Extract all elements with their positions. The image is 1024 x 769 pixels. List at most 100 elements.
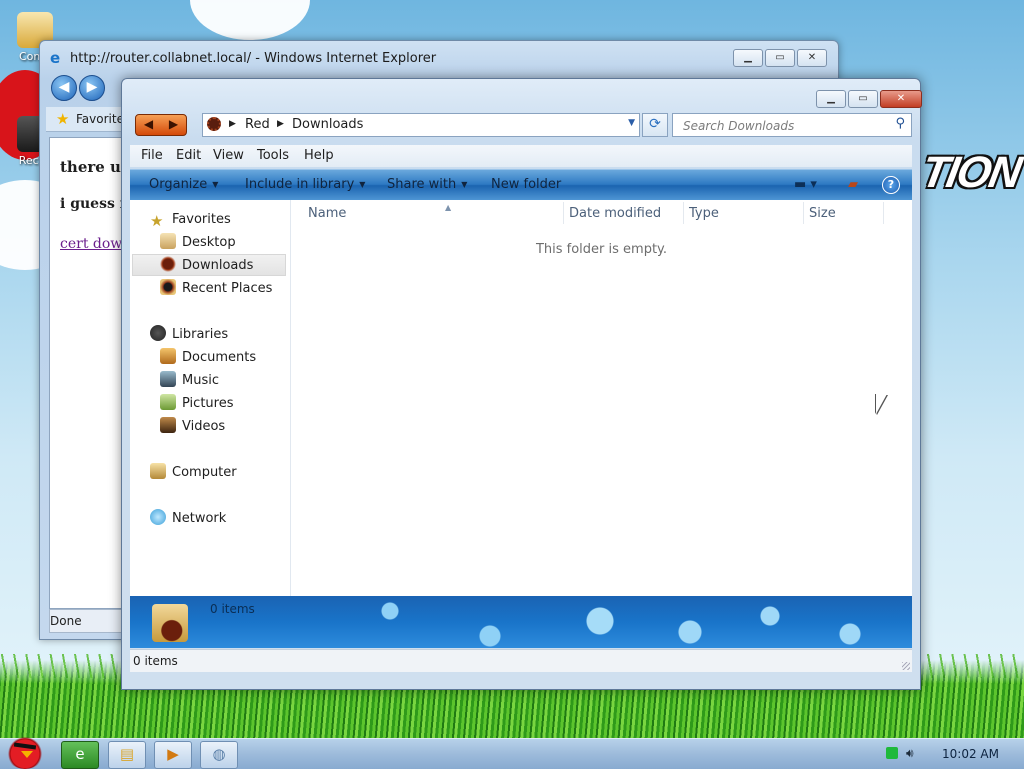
breadcrumb-arrow-icon[interactable]: ▶ xyxy=(277,119,284,129)
nav-recent-places[interactable]: Recent Places xyxy=(160,278,272,300)
nav-libraries-label: Libraries xyxy=(172,327,229,342)
nav-computer[interactable]: Computer xyxy=(150,462,237,484)
preview-pane-icon[interactable]: ▰ xyxy=(848,177,858,192)
volume-icon[interactable]: 🔊︎ xyxy=(906,747,918,759)
taskbar-app-button[interactable]: ◍ xyxy=(200,741,238,769)
help-icon[interactable]: ? xyxy=(882,176,900,194)
include-in-library-button[interactable]: Include in library ▼ xyxy=(245,177,365,192)
chevron-down-icon[interactable]: ▼ xyxy=(628,118,635,128)
column-header-type[interactable]: Type xyxy=(689,206,719,221)
explorer-window[interactable]: ▁ ▭ ✕ ◀ ▶ ▶ Red ▶ Downloads ▼ ⟳ ⚲ File E… xyxy=(121,78,922,690)
nav-recent-places-label: Recent Places xyxy=(182,281,273,296)
nav-pictures[interactable]: Pictures xyxy=(160,393,233,415)
maximize-button[interactable]: ▭ xyxy=(765,49,795,67)
ie-back-button[interactable]: ◀ xyxy=(51,75,77,101)
libraries-icon xyxy=(150,325,166,341)
menu-edit[interactable]: Edit xyxy=(176,148,201,163)
command-bar: Organize ▼ Include in library ▼ Share with… xyxy=(130,169,912,200)
cloud xyxy=(190,0,310,40)
menu-tools[interactable]: Tools xyxy=(257,148,289,163)
nav-videos-label: Videos xyxy=(182,419,226,434)
computer-icon xyxy=(150,463,166,479)
refresh-button[interactable]: ⟳ xyxy=(642,113,668,137)
nav-computer-label: Computer xyxy=(172,465,237,480)
organize-button[interactable]: Organize ▼ xyxy=(149,177,218,192)
menu-file[interactable]: File xyxy=(141,148,163,163)
back-button[interactable]: ◀ xyxy=(136,115,161,135)
taskbar-explorer-button[interactable]: ▤ xyxy=(108,741,146,769)
nav-pictures-label: Pictures xyxy=(182,396,234,411)
column-separator[interactable] xyxy=(683,202,684,224)
minimize-button[interactable]: ▁ xyxy=(733,49,763,67)
column-header-size[interactable]: Size xyxy=(809,206,836,221)
minimize-button[interactable]: ▁ xyxy=(816,90,846,108)
nav-favorites[interactable]: ★ Favorites xyxy=(150,209,231,231)
app-icon: ◍ xyxy=(212,745,226,763)
menu-help[interactable]: Help xyxy=(304,148,334,163)
breadcrumb-item[interactable]: Downloads xyxy=(292,117,363,132)
organize-label: Organize xyxy=(149,177,208,192)
downloads-folder-icon xyxy=(152,604,188,642)
share-with-button[interactable]: Share with ▼ xyxy=(387,177,467,192)
column-header-date-modified[interactable]: Date modified xyxy=(569,206,661,221)
forward-button[interactable]: ▶ xyxy=(161,115,186,135)
pictures-icon xyxy=(160,394,176,410)
column-header-name[interactable]: ▲ Name xyxy=(308,203,451,221)
sort-caret-icon: ▲ xyxy=(445,203,452,212)
file-list-pane: ▲ Name Date modified Type Size This folde… xyxy=(291,200,912,596)
taskbar-ie-button[interactable]: e xyxy=(61,741,99,769)
breadcrumb-arrow-icon[interactable]: ▶ xyxy=(229,119,236,129)
nav-desktop[interactable]: Desktop xyxy=(160,232,236,254)
menu-bar: File Edit View Tools Help xyxy=(130,145,912,167)
column-separator[interactable] xyxy=(883,202,884,224)
nav-downloads-label: Downloads xyxy=(182,258,254,273)
nav-network-label: Network xyxy=(172,511,227,526)
search-box[interactable]: ⚲ xyxy=(672,113,912,137)
nav-libraries[interactable]: Libraries xyxy=(150,324,228,346)
nav-network[interactable]: Network xyxy=(150,508,226,530)
network-icon xyxy=(150,509,166,525)
documents-icon xyxy=(160,348,176,364)
nav-videos[interactable]: Videos xyxy=(160,416,225,438)
column-name-label: Name xyxy=(308,206,347,221)
taskbar-media-player-button[interactable]: ▶ xyxy=(154,741,192,769)
change-view-icon[interactable]: ▬ ▾ xyxy=(794,177,817,192)
details-pane: 0 items xyxy=(130,596,912,648)
star-icon: ★ xyxy=(56,110,70,128)
chevron-down-icon: ▼ xyxy=(359,180,366,189)
ie-caption-buttons: ▁ ▭ ✕ xyxy=(733,49,827,67)
navigation-pane: ★ Favorites Desktop Downloads Recent Plac… xyxy=(130,200,291,596)
menu-view[interactable]: View xyxy=(213,148,244,163)
column-separator[interactable] xyxy=(803,202,804,224)
breadcrumb-item[interactable]: Red xyxy=(245,117,270,132)
status-item-count: 0 items xyxy=(133,654,178,668)
address-bar[interactable]: ▶ Red ▶ Downloads ▼ xyxy=(202,113,640,137)
nav-desktop-label: Desktop xyxy=(182,235,236,250)
search-icon[interactable]: ⚲ xyxy=(895,116,905,131)
details-item-count: 0 items xyxy=(210,602,255,616)
close-button[interactable]: ✕ xyxy=(797,49,827,67)
search-input[interactable] xyxy=(681,116,885,136)
resize-grip[interactable] xyxy=(902,662,910,670)
ie-forward-button[interactable]: ▶ xyxy=(79,75,105,101)
close-button[interactable]: ✕ xyxy=(880,90,922,108)
nav-documents[interactable]: Documents xyxy=(160,347,256,369)
ie-status-text: Done xyxy=(50,614,82,628)
new-folder-button[interactable]: New folder xyxy=(491,177,561,192)
star-icon: ★ xyxy=(150,212,164,230)
videos-icon xyxy=(160,417,176,433)
maximize-button[interactable]: ▭ xyxy=(848,90,878,108)
favorites-button[interactable]: Favorite xyxy=(76,112,124,126)
bird-brow-shape xyxy=(13,742,37,750)
network-tray-icon[interactable] xyxy=(886,747,898,759)
explorer-caption-buttons: ▁ ▭ ✕ xyxy=(816,90,922,108)
bird-beak-shape xyxy=(21,751,33,758)
taskbar-clock[interactable]: 10:02 AM xyxy=(942,747,999,761)
nav-downloads[interactable]: Downloads xyxy=(132,254,286,276)
nav-documents-label: Documents xyxy=(182,350,257,365)
wallpaper-logo-text: TION xyxy=(917,148,1024,197)
folder-icon: ▤ xyxy=(119,745,135,763)
start-button[interactable] xyxy=(4,731,46,769)
column-separator[interactable] xyxy=(563,202,564,224)
nav-music[interactable]: Music xyxy=(160,370,219,392)
